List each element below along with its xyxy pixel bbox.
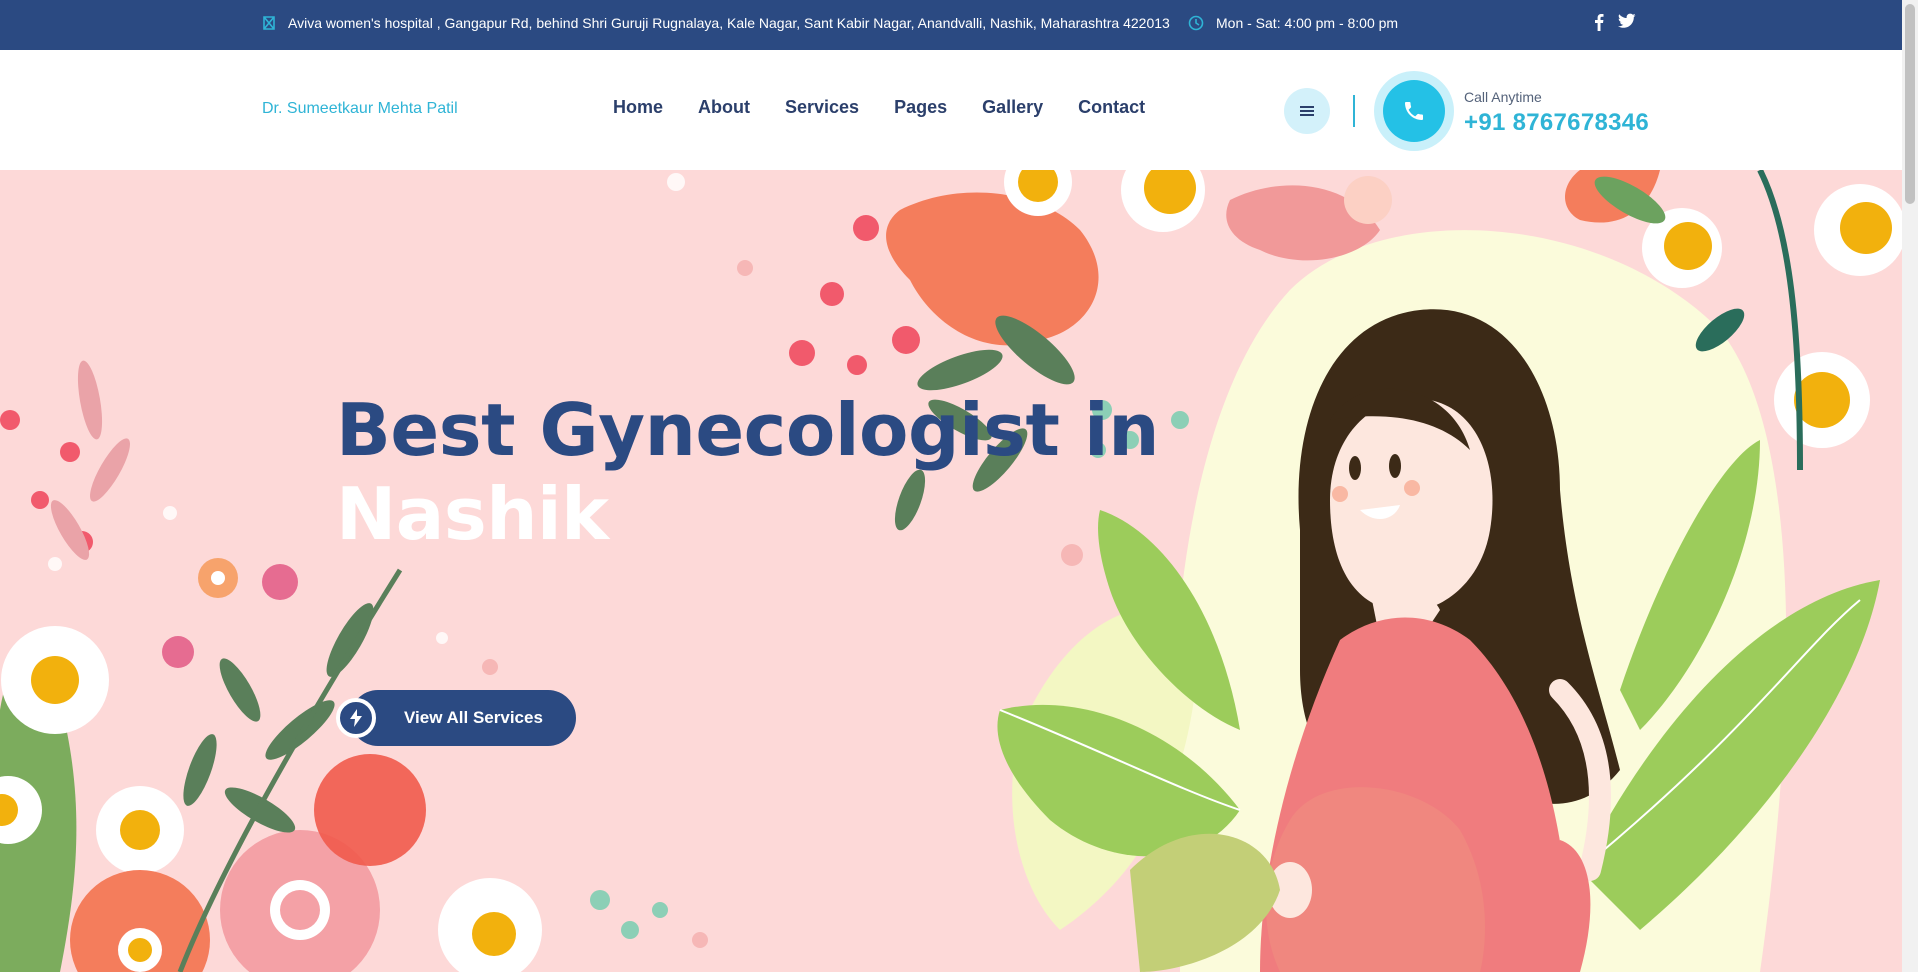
bolt-icon: [336, 698, 376, 738]
hero-banner: Best Gynecologist in Nashik View All Ser…: [0, 170, 1902, 972]
hours-block: Mon - Sat: 4:00 pm - 8:00 pm: [1188, 15, 1398, 31]
phone-icon: [1405, 102, 1423, 120]
call-number-link[interactable]: +91 8767678346: [1464, 109, 1649, 137]
hero-heading-line2: Nashik: [336, 472, 609, 556]
view-all-services-button[interactable]: View All Services: [336, 690, 576, 746]
nav-gallery[interactable]: Gallery: [982, 97, 1043, 118]
scrollbar-thumb[interactable]: [1905, 4, 1915, 204]
site-header: Dr. Sumeetkaur Mehta Patil Home About Se…: [0, 50, 1902, 170]
main-nav: Home About Services Pages Gallery Contac…: [613, 97, 1145, 118]
facebook-icon[interactable]: [1594, 13, 1604, 34]
nav-pages[interactable]: Pages: [894, 97, 947, 118]
nav-contact[interactable]: Contact: [1078, 97, 1145, 118]
cta-label: View All Services: [404, 708, 543, 727]
call-label: Call Anytime: [1464, 89, 1542, 105]
hero-heading-line1: Best Gynecologist in: [336, 388, 1159, 472]
twitter-icon[interactable]: [1618, 13, 1636, 34]
top-info-bar: Aviva women's hospital , Gangapur Rd, be…: [0, 0, 1902, 50]
address-text: Aviva women's hospital , Gangapur Rd, be…: [288, 15, 1170, 31]
nav-about[interactable]: About: [698, 97, 750, 118]
site-logo-text[interactable]: Dr. Sumeetkaur Mehta Patil: [262, 100, 458, 118]
social-links: [1594, 13, 1636, 34]
clock-icon: [1188, 15, 1204, 31]
header-divider: [1353, 95, 1355, 127]
call-button[interactable]: [1374, 71, 1454, 151]
address-block: Aviva women's hospital , Gangapur Rd, be…: [262, 15, 1170, 31]
hero-floral-illustration: [0, 170, 1902, 972]
nav-services[interactable]: Services: [785, 97, 859, 118]
menu-toggle-button[interactable]: [1284, 88, 1330, 134]
hours-text: Mon - Sat: 4:00 pm - 8:00 pm: [1216, 15, 1399, 31]
nav-home[interactable]: Home: [613, 97, 663, 118]
page-scrollbar[interactable]: [1902, 0, 1918, 972]
hero-heading: Best Gynecologist in Nashik: [336, 388, 1159, 556]
map-icon: [262, 15, 278, 31]
hamburger-icon: [1300, 106, 1314, 116]
